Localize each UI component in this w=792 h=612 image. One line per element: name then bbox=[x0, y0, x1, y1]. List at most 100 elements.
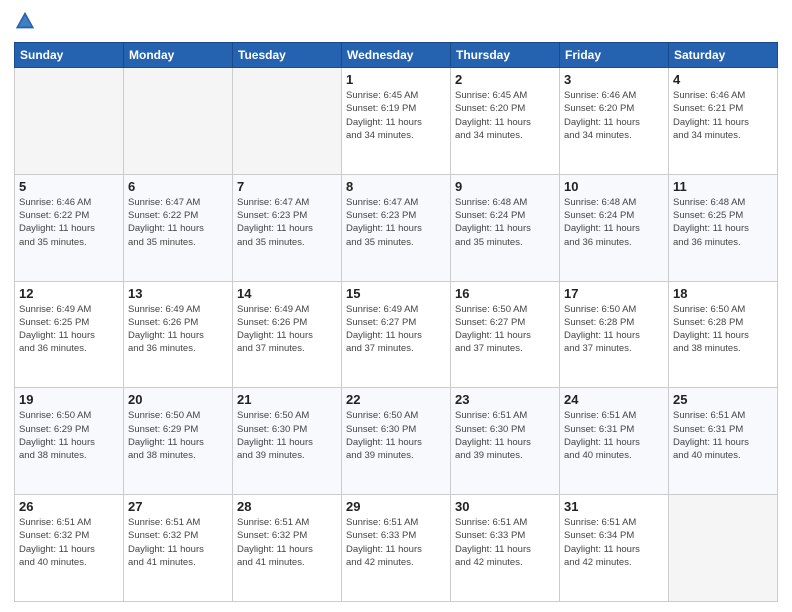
page: SundayMondayTuesdayWednesdayThursdayFrid… bbox=[0, 0, 792, 612]
calendar-cell: 24 Sunrise: 6:51 AM Sunset: 6:31 PM Dayli… bbox=[560, 388, 669, 495]
calendar-body: 1 Sunrise: 6:45 AM Sunset: 6:19 PM Daylig… bbox=[15, 68, 778, 602]
day-number: 13 bbox=[128, 286, 228, 301]
day-number: 17 bbox=[564, 286, 664, 301]
day-number: 10 bbox=[564, 179, 664, 194]
calendar-cell: 27Sunrise: 6:51 AM Sunset: 6:32 PM Dayli… bbox=[124, 495, 233, 602]
calendar-cell: 23 Sunrise: 6:51 AM Sunset: 6:30 PM Dayli… bbox=[451, 388, 560, 495]
day-number: 5 bbox=[19, 179, 119, 194]
day-number: 25 bbox=[673, 392, 773, 407]
weekday-header-thursday: Thursday bbox=[451, 43, 560, 68]
day-info: Sunrise: 6:46 AM Sunset: 6:21 PM Dayligh… bbox=[673, 89, 773, 142]
day-number: 31 bbox=[564, 499, 664, 514]
calendar-cell: 31 Sunrise: 6:51 AM Sunset: 6:34 PM Dayli… bbox=[560, 495, 669, 602]
day-info: Sunrise: 6:47 AM Sunset: 6:22 PM Dayligh… bbox=[128, 196, 228, 249]
day-info: Sunrise: 6:50 AM Sunset: 6:27 PM Dayligh… bbox=[455, 303, 555, 356]
day-number: 30 bbox=[455, 499, 555, 514]
day-number: 4 bbox=[673, 72, 773, 87]
day-info: Sunrise: 6:47 AM Sunset: 6:23 PM Dayligh… bbox=[237, 196, 337, 249]
calendar-cell bbox=[15, 68, 124, 175]
calendar-cell bbox=[233, 68, 342, 175]
day-info: Sunrise: 6:48 AM Sunset: 6:24 PM Dayligh… bbox=[455, 196, 555, 249]
day-number: 23 bbox=[455, 392, 555, 407]
day-number: 18 bbox=[673, 286, 773, 301]
calendar-cell: 21 Sunrise: 6:50 AM Sunset: 6:30 PM Dayli… bbox=[233, 388, 342, 495]
day-info: Sunrise: 6:46 AM Sunset: 6:20 PM Dayligh… bbox=[564, 89, 664, 142]
day-number: 21 bbox=[237, 392, 337, 407]
day-info: Sunrise: 6:51 AM Sunset: 6:33 PM Dayligh… bbox=[346, 516, 446, 569]
calendar-cell: 26 Sunrise: 6:51 AM Sunset: 6:32 PM Dayli… bbox=[15, 495, 124, 602]
calendar-cell: 10 Sunrise: 6:48 AM Sunset: 6:24 PM Dayli… bbox=[560, 174, 669, 281]
weekday-header-wednesday: Wednesday bbox=[342, 43, 451, 68]
day-number: 24 bbox=[564, 392, 664, 407]
calendar-week-1: 1 Sunrise: 6:45 AM Sunset: 6:19 PM Daylig… bbox=[15, 68, 778, 175]
day-info: Sunrise: 6:51 AM Sunset: 6:34 PM Dayligh… bbox=[564, 516, 664, 569]
weekday-header-friday: Friday bbox=[560, 43, 669, 68]
calendar-week-5: 26 Sunrise: 6:51 AM Sunset: 6:32 PM Dayli… bbox=[15, 495, 778, 602]
calendar-cell: 22Sunrise: 6:50 AM Sunset: 6:30 PM Dayli… bbox=[342, 388, 451, 495]
calendar-cell: 14Sunrise: 6:49 AM Sunset: 6:26 PM Dayli… bbox=[233, 281, 342, 388]
day-number: 9 bbox=[455, 179, 555, 194]
calendar-cell bbox=[669, 495, 778, 602]
day-info: Sunrise: 6:51 AM Sunset: 6:32 PM Dayligh… bbox=[237, 516, 337, 569]
day-info: Sunrise: 6:45 AM Sunset: 6:20 PM Dayligh… bbox=[455, 89, 555, 142]
day-info: Sunrise: 6:48 AM Sunset: 6:24 PM Dayligh… bbox=[564, 196, 664, 249]
day-info: Sunrise: 6:46 AM Sunset: 6:22 PM Dayligh… bbox=[19, 196, 119, 249]
calendar-cell: 16Sunrise: 6:50 AM Sunset: 6:27 PM Dayli… bbox=[451, 281, 560, 388]
day-number: 29 bbox=[346, 499, 446, 514]
calendar-week-2: 5 Sunrise: 6:46 AM Sunset: 6:22 PM Daylig… bbox=[15, 174, 778, 281]
day-info: Sunrise: 6:48 AM Sunset: 6:25 PM Dayligh… bbox=[673, 196, 773, 249]
day-info: Sunrise: 6:51 AM Sunset: 6:32 PM Dayligh… bbox=[128, 516, 228, 569]
weekday-header-monday: Monday bbox=[124, 43, 233, 68]
calendar-cell: 30Sunrise: 6:51 AM Sunset: 6:33 PM Dayli… bbox=[451, 495, 560, 602]
day-info: Sunrise: 6:51 AM Sunset: 6:31 PM Dayligh… bbox=[564, 409, 664, 462]
day-number: 6 bbox=[128, 179, 228, 194]
header bbox=[14, 10, 778, 34]
day-info: Sunrise: 6:45 AM Sunset: 6:19 PM Dayligh… bbox=[346, 89, 446, 142]
day-number: 1 bbox=[346, 72, 446, 87]
weekday-header-tuesday: Tuesday bbox=[233, 43, 342, 68]
calendar-cell: 5 Sunrise: 6:46 AM Sunset: 6:22 PM Daylig… bbox=[15, 174, 124, 281]
day-info: Sunrise: 6:49 AM Sunset: 6:26 PM Dayligh… bbox=[128, 303, 228, 356]
calendar-cell: 19 Sunrise: 6:50 AM Sunset: 6:29 PM Dayli… bbox=[15, 388, 124, 495]
calendar-cell: 15 Sunrise: 6:49 AM Sunset: 6:27 PM Dayli… bbox=[342, 281, 451, 388]
calendar-cell: 7 Sunrise: 6:47 AM Sunset: 6:23 PM Daylig… bbox=[233, 174, 342, 281]
day-info: Sunrise: 6:50 AM Sunset: 6:30 PM Dayligh… bbox=[237, 409, 337, 462]
day-number: 26 bbox=[19, 499, 119, 514]
calendar-cell: 18Sunrise: 6:50 AM Sunset: 6:28 PM Dayli… bbox=[669, 281, 778, 388]
day-info: Sunrise: 6:49 AM Sunset: 6:26 PM Dayligh… bbox=[237, 303, 337, 356]
weekday-header-row: SundayMondayTuesdayWednesdayThursdayFrid… bbox=[15, 43, 778, 68]
calendar-cell: 4 Sunrise: 6:46 AM Sunset: 6:21 PM Daylig… bbox=[669, 68, 778, 175]
calendar-cell: 12Sunrise: 6:49 AM Sunset: 6:25 PM Dayli… bbox=[15, 281, 124, 388]
calendar-week-3: 12Sunrise: 6:49 AM Sunset: 6:25 PM Dayli… bbox=[15, 281, 778, 388]
day-number: 8 bbox=[346, 179, 446, 194]
day-info: Sunrise: 6:50 AM Sunset: 6:30 PM Dayligh… bbox=[346, 409, 446, 462]
logo-icon bbox=[14, 10, 36, 32]
day-info: Sunrise: 6:51 AM Sunset: 6:32 PM Dayligh… bbox=[19, 516, 119, 569]
calendar-cell: 9 Sunrise: 6:48 AM Sunset: 6:24 PM Daylig… bbox=[451, 174, 560, 281]
day-info: Sunrise: 6:50 AM Sunset: 6:28 PM Dayligh… bbox=[564, 303, 664, 356]
calendar-cell: 11 Sunrise: 6:48 AM Sunset: 6:25 PM Dayli… bbox=[669, 174, 778, 281]
day-number: 7 bbox=[237, 179, 337, 194]
day-number: 11 bbox=[673, 179, 773, 194]
calendar-cell: 17 Sunrise: 6:50 AM Sunset: 6:28 PM Dayli… bbox=[560, 281, 669, 388]
day-info: Sunrise: 6:47 AM Sunset: 6:23 PM Dayligh… bbox=[346, 196, 446, 249]
day-info: Sunrise: 6:51 AM Sunset: 6:30 PM Dayligh… bbox=[455, 409, 555, 462]
calendar-cell: 6 Sunrise: 6:47 AM Sunset: 6:22 PM Daylig… bbox=[124, 174, 233, 281]
calendar-cell: 13 Sunrise: 6:49 AM Sunset: 6:26 PM Dayli… bbox=[124, 281, 233, 388]
day-info: Sunrise: 6:49 AM Sunset: 6:27 PM Dayligh… bbox=[346, 303, 446, 356]
calendar-cell: 29 Sunrise: 6:51 AM Sunset: 6:33 PM Dayli… bbox=[342, 495, 451, 602]
day-number: 3 bbox=[564, 72, 664, 87]
weekday-header-saturday: Saturday bbox=[669, 43, 778, 68]
day-number: 15 bbox=[346, 286, 446, 301]
calendar-cell: 25 Sunrise: 6:51 AM Sunset: 6:31 PM Dayli… bbox=[669, 388, 778, 495]
calendar-cell bbox=[124, 68, 233, 175]
day-number: 19 bbox=[19, 392, 119, 407]
day-number: 12 bbox=[19, 286, 119, 301]
calendar-cell: 28Sunrise: 6:51 AM Sunset: 6:32 PM Dayli… bbox=[233, 495, 342, 602]
calendar-cell: 3 Sunrise: 6:46 AM Sunset: 6:20 PM Daylig… bbox=[560, 68, 669, 175]
day-info: Sunrise: 6:51 AM Sunset: 6:31 PM Dayligh… bbox=[673, 409, 773, 462]
calendar-cell: 1 Sunrise: 6:45 AM Sunset: 6:19 PM Daylig… bbox=[342, 68, 451, 175]
day-info: Sunrise: 6:50 AM Sunset: 6:29 PM Dayligh… bbox=[19, 409, 119, 462]
calendar-table: SundayMondayTuesdayWednesdayThursdayFrid… bbox=[14, 42, 778, 602]
day-number: 20 bbox=[128, 392, 228, 407]
